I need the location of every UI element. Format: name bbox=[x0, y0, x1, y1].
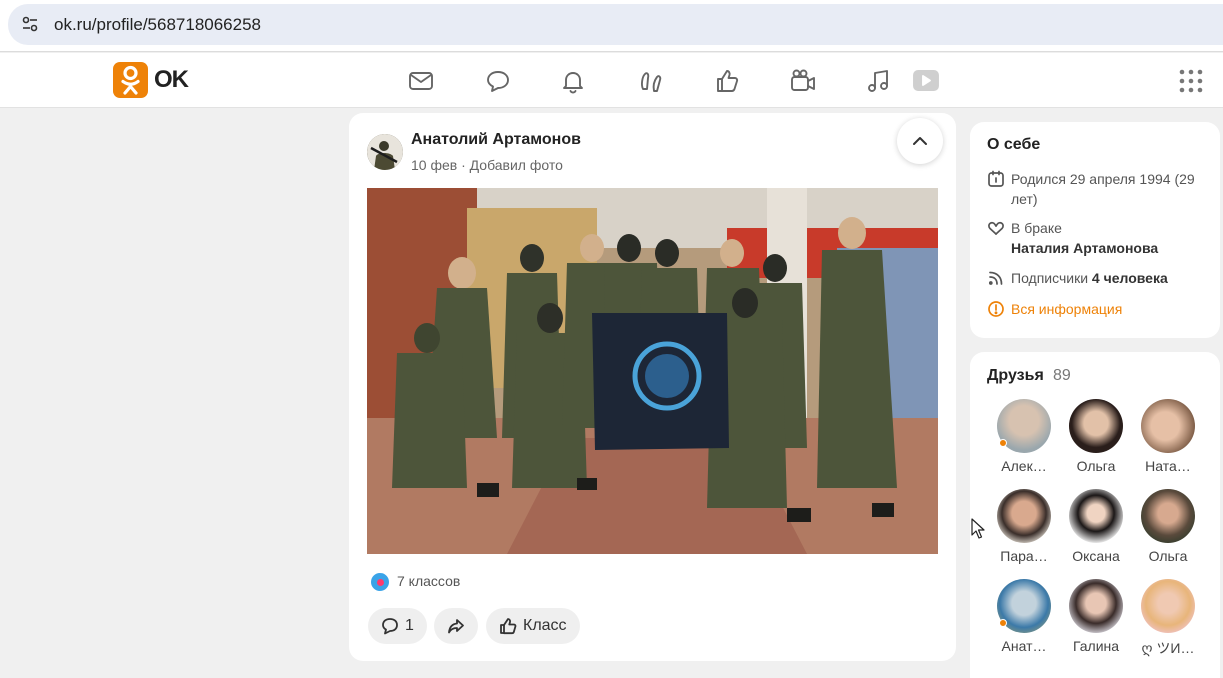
post-meta: 10 фев · Добавил фото bbox=[411, 157, 563, 173]
collapse-button[interactable] bbox=[897, 118, 943, 164]
friend-item[interactable]: Ольга bbox=[1136, 489, 1200, 569]
friend-avatar[interactable] bbox=[997, 489, 1051, 543]
friends-count: 89 bbox=[1053, 367, 1071, 384]
friend-name[interactable]: ღ ツИ… bbox=[1136, 638, 1200, 658]
tune-icon[interactable] bbox=[21, 15, 39, 33]
friend-item[interactable]: Пара… bbox=[992, 489, 1056, 569]
friends-title[interactable]: Друзья bbox=[987, 367, 1044, 385]
mouse-cursor-icon bbox=[971, 518, 985, 539]
info-icon bbox=[988, 301, 1004, 317]
class-badge-icon bbox=[369, 571, 391, 593]
top-navigation: OK bbox=[0, 53, 1223, 108]
friend-name[interactable]: Пара… bbox=[992, 548, 1056, 564]
like-icon[interactable] bbox=[713, 67, 741, 95]
followers-value: 4 человека bbox=[1091, 270, 1168, 286]
video-icon[interactable] bbox=[911, 67, 939, 95]
friend-avatar[interactable] bbox=[1141, 399, 1195, 453]
all-info-text[interactable]: Вся информация bbox=[1011, 299, 1223, 319]
rss-icon bbox=[988, 271, 1003, 285]
thumbs-up-icon bbox=[500, 618, 517, 635]
friend-avatar[interactable] bbox=[1069, 399, 1123, 453]
post-photo[interactable] bbox=[367, 188, 938, 554]
friend-name[interactable]: Ната… bbox=[1136, 458, 1200, 474]
spouse-link[interactable]: Наталия Артамонова bbox=[1011, 240, 1158, 256]
music-icon[interactable] bbox=[865, 67, 893, 95]
chat-icon[interactable] bbox=[484, 67, 512, 95]
friend-name[interactable]: Алек… bbox=[992, 458, 1056, 474]
friend-name[interactable]: Ольга bbox=[1136, 548, 1200, 564]
friend-avatar[interactable] bbox=[1141, 579, 1195, 633]
online-indicator bbox=[999, 619, 1007, 627]
chevron-up-icon bbox=[913, 137, 927, 145]
friend-avatar[interactable] bbox=[1069, 579, 1123, 633]
post-card: Анатолий Артамонов 10 фев · Добавил фото bbox=[349, 113, 956, 661]
ok-logo[interactable]: OK bbox=[113, 62, 191, 98]
friend-item[interactable]: Ольга bbox=[1064, 399, 1128, 479]
comment-icon bbox=[382, 618, 398, 635]
friend-name[interactable]: Анат… bbox=[992, 638, 1056, 654]
friend-name[interactable]: Галина bbox=[1064, 638, 1128, 654]
friend-item[interactable]: Галина bbox=[1064, 579, 1128, 659]
friend-avatar[interactable] bbox=[1141, 489, 1195, 543]
apps-grid-icon[interactable] bbox=[1179, 69, 1203, 93]
class-button[interactable]: Класс bbox=[486, 608, 580, 644]
calendar-icon bbox=[988, 170, 1004, 187]
friend-name[interactable]: Ольга bbox=[1064, 458, 1128, 474]
friend-item[interactable]: Анат… bbox=[992, 579, 1056, 659]
friends-card: Друзья 89 Алек… Ольга Ната… Пара… Оксана… bbox=[970, 352, 1220, 678]
share-icon bbox=[448, 619, 464, 634]
hearts-icon bbox=[988, 221, 1004, 235]
comment-count: 1 bbox=[405, 617, 414, 634]
online-indicator bbox=[999, 439, 1007, 447]
friend-item[interactable]: Ната… bbox=[1136, 399, 1200, 479]
comment-button[interactable]: 1 bbox=[368, 608, 427, 644]
post-author-name[interactable]: Анатолий Артамонов bbox=[411, 131, 581, 149]
share-button[interactable] bbox=[434, 608, 478, 644]
about-title: О себе bbox=[987, 136, 1041, 153]
marital-block: В браке Наталия Артамонова bbox=[1011, 218, 1223, 258]
friend-name[interactable]: Оксана bbox=[1064, 548, 1128, 564]
browser-toolbar: ok.ru/profile/568718066258 bbox=[0, 0, 1223, 52]
ok-logo-icon bbox=[113, 62, 148, 98]
bell-icon[interactable] bbox=[559, 67, 587, 95]
friend-avatar[interactable] bbox=[1069, 489, 1123, 543]
friend-item[interactable]: ღ ツИ… bbox=[1136, 579, 1200, 659]
guests-icon[interactable] bbox=[637, 67, 665, 95]
friend-item[interactable]: Оксана bbox=[1064, 489, 1128, 569]
url-text[interactable]: ok.ru/profile/568718066258 bbox=[54, 15, 261, 35]
author-avatar[interactable] bbox=[367, 134, 403, 170]
logo-text: OK bbox=[154, 66, 189, 93]
likes-count: 7 классов bbox=[397, 573, 461, 589]
mail-icon[interactable] bbox=[407, 67, 435, 95]
birth-text: Родился 29 апреля 1994 (29 лет) bbox=[1011, 171, 1195, 207]
camera-icon[interactable] bbox=[789, 67, 817, 95]
about-card: О себе Родился 29 апреля 1994 (29 лет) В… bbox=[970, 122, 1220, 338]
address-bar[interactable]: ok.ru/profile/568718066258 bbox=[8, 4, 1223, 45]
friend-item[interactable]: Алек… bbox=[992, 399, 1056, 479]
class-label: Класс bbox=[523, 617, 567, 634]
followers-block: Подписчики 4 человека bbox=[1011, 268, 1223, 288]
marital-status: В браке bbox=[1011, 220, 1062, 236]
followers-label: Подписчики bbox=[1011, 270, 1089, 286]
